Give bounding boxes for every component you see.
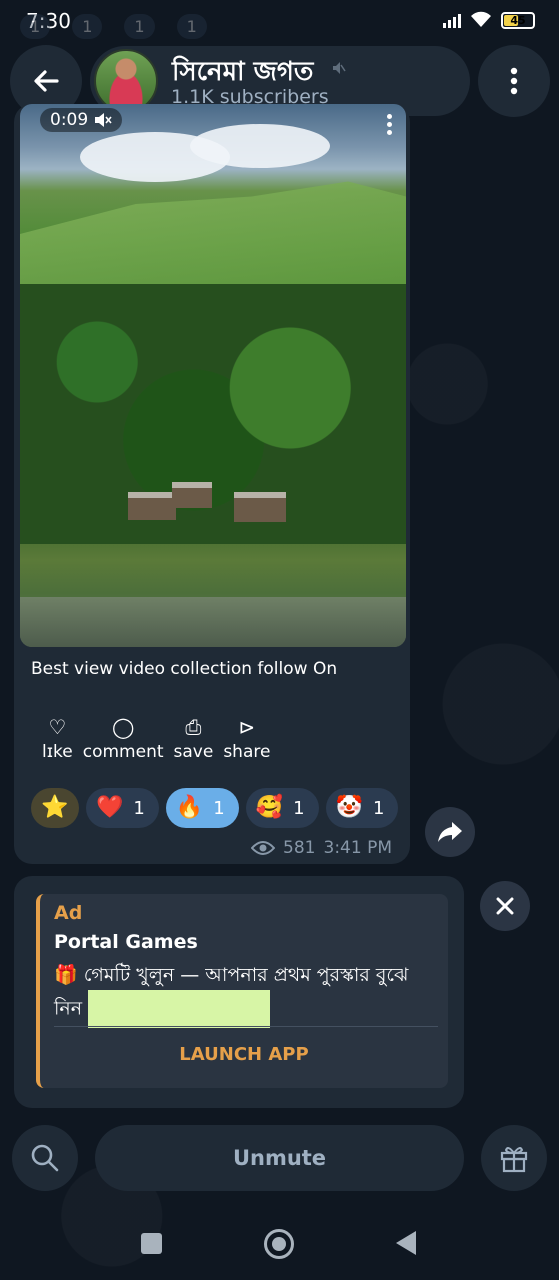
video-forest bbox=[20, 284, 406, 544]
ghost-reaction: 1 bbox=[20, 14, 51, 39]
reaction-star[interactable]: ⭐ bbox=[31, 788, 79, 828]
video-duration: 0:09 bbox=[50, 110, 89, 130]
forward-button[interactable] bbox=[425, 807, 475, 857]
previous-reactions-faded: 1 1 1 1 bbox=[20, 14, 207, 39]
home-icon[interactable] bbox=[264, 1229, 294, 1259]
gift-button[interactable] bbox=[481, 1125, 547, 1191]
ad-card[interactable]: Ad Portal Games 🎁 গেমটি খুলুন — আপনার প্… bbox=[36, 894, 448, 1088]
video-options-icon[interactable] bbox=[387, 114, 392, 135]
channel-post: 0:09 Best view video collection follow O… bbox=[14, 104, 410, 864]
video-timer[interactable]: 0:09 bbox=[40, 108, 123, 132]
launch-app-button[interactable]: LAUNCH APP bbox=[40, 1044, 448, 1065]
reaction-heart[interactable]: ❤️ 1 bbox=[86, 788, 159, 828]
reaction-fire[interactable]: 🔥 1 bbox=[165, 788, 239, 828]
signal-icon bbox=[443, 12, 461, 28]
post-action-row: ♡ lɪke ◯ comment ⎙ save ⊳ share bbox=[42, 715, 271, 762]
reaction-count: 1 bbox=[372, 797, 385, 819]
post-caption: Best view video collection follow On bbox=[31, 659, 338, 679]
sponsored-message: Ad Portal Games 🎁 গেমটি খুলুন — আপনার প্… bbox=[14, 876, 464, 1108]
reaction-clown[interactable]: 🤡 1 bbox=[325, 788, 399, 828]
system-navigation-bar bbox=[0, 1210, 559, 1280]
reaction-count: 1 bbox=[213, 797, 225, 819]
muted-speaker-icon bbox=[333, 62, 346, 74]
ad-highlight-block bbox=[88, 990, 271, 1028]
post-meta: 581 3:41 PM bbox=[251, 838, 392, 858]
send-icon: ⊳ bbox=[238, 715, 256, 739]
ghost-reaction: 1 bbox=[124, 14, 155, 39]
reaction-bar: ⭐ ❤️ 1 🔥 1 🥰 1 🤡 1 bbox=[31, 788, 399, 828]
save-label: save bbox=[173, 742, 214, 762]
like-label: lɪke bbox=[42, 742, 73, 762]
ad-title: Portal Games bbox=[54, 931, 198, 953]
forward-arrow-icon bbox=[438, 822, 462, 842]
reaction-count: 1 bbox=[133, 797, 145, 819]
reaction-count: 1 bbox=[293, 797, 305, 819]
search-icon bbox=[31, 1144, 59, 1172]
speech-bubble-icon: ◯ bbox=[111, 715, 135, 739]
arrow-left-icon bbox=[34, 70, 59, 92]
video-house bbox=[128, 492, 176, 520]
heart-outline-icon: ♡ bbox=[48, 715, 67, 739]
star-icon: ⭐ bbox=[41, 795, 69, 820]
video-player[interactable]: 0:09 bbox=[20, 104, 406, 647]
comment-action[interactable]: ◯ comment bbox=[82, 715, 164, 762]
smiling-hearts-icon: 🥰 bbox=[255, 795, 284, 820]
video-river bbox=[20, 597, 406, 647]
save-action[interactable]: ⎙ save bbox=[173, 715, 214, 762]
video-house bbox=[172, 482, 212, 508]
ad-label: Ad bbox=[54, 902, 83, 924]
post-time: 3:41 PM bbox=[323, 838, 393, 858]
view-count: 581 bbox=[283, 838, 316, 858]
clown-icon: 🤡 bbox=[335, 795, 363, 820]
battery-level: 45 bbox=[510, 13, 526, 27]
ad-divider bbox=[54, 1026, 438, 1027]
ad-text: 🎁 গেমটি খুলুন — আপনার প্রথম পুরস্কার বুঝ… bbox=[54, 960, 434, 1028]
battery-icon: 45 bbox=[501, 11, 535, 29]
fire-icon: 🔥 bbox=[175, 795, 204, 820]
heart-icon: ❤️ bbox=[96, 795, 124, 820]
more-options-button[interactable] bbox=[478, 45, 550, 117]
status-icons: 45 bbox=[443, 11, 535, 29]
gift-icon: 🎁 bbox=[54, 964, 78, 986]
wifi-icon bbox=[471, 11, 491, 27]
gift-icon bbox=[500, 1147, 528, 1173]
video-cloud bbox=[190, 124, 330, 168]
reaction-smiling-hearts[interactable]: 🥰 1 bbox=[245, 788, 319, 828]
close-icon bbox=[496, 897, 514, 915]
share-action[interactable]: ⊳ share bbox=[223, 715, 271, 762]
like-action[interactable]: ♡ lɪke bbox=[42, 715, 73, 762]
ghost-reaction: 1 bbox=[72, 14, 103, 39]
comment-label: comment bbox=[82, 742, 164, 762]
save-icon: ⎙ bbox=[185, 715, 202, 739]
muted-speaker-icon bbox=[95, 113, 112, 127]
eye-icon bbox=[251, 841, 276, 855]
back-triangle-icon[interactable] bbox=[396, 1231, 416, 1255]
recent-apps-icon[interactable] bbox=[141, 1233, 162, 1254]
ghost-reaction: 1 bbox=[176, 14, 207, 39]
unmute-button[interactable]: Unmute bbox=[95, 1125, 464, 1191]
kebab-menu-icon bbox=[510, 67, 518, 95]
share-label: share bbox=[223, 742, 271, 762]
video-house bbox=[234, 492, 286, 522]
close-ad-button[interactable] bbox=[480, 881, 530, 931]
search-button[interactable] bbox=[12, 1125, 78, 1191]
